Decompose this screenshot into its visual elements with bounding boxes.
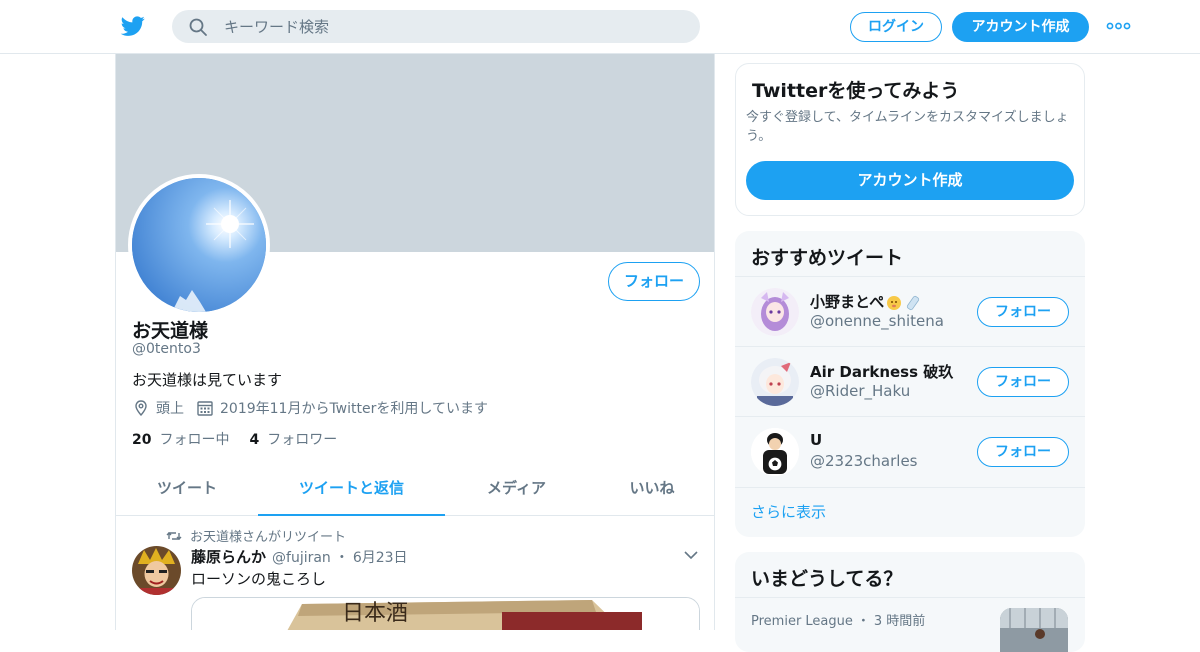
recommended-name[interactable]: Air Darkness 破玖 xyxy=(810,361,953,382)
recommended-name[interactable]: U xyxy=(810,431,822,449)
trend-separator: ・ xyxy=(856,614,870,629)
tweet-header: 藤原らんか @fujiran ・ 6月23日 xyxy=(191,546,408,567)
following-stat[interactable]: 20 フォロー中 xyxy=(132,429,229,449)
trend-item[interactable]: Premier League ・ 3 時間前 xyxy=(735,597,1085,652)
profile-avatar[interactable] xyxy=(128,174,270,316)
signup-button[interactable]: アカウント作成 xyxy=(952,12,1089,42)
recommended-account[interactable]: Air Darkness 破玖 @Rider_Haku フォロー xyxy=(735,346,1085,416)
recommended-account[interactable]: 小野まとぺ @onenne_shitena フォロー xyxy=(735,276,1085,346)
anime-avatar-image xyxy=(751,288,799,336)
recommended-accounts-card: おすすめツイート 小野まとぺ @onenne_shitena フォロー Air … xyxy=(735,231,1085,537)
followers-stat[interactable]: 4 フォロワー xyxy=(249,429,337,449)
trends-title: いまどうしてる？ xyxy=(751,568,903,590)
chevron-down-icon[interactable] xyxy=(684,550,698,560)
follow-button[interactable]: フォロー xyxy=(608,262,700,301)
tweet-author-avatar[interactable] xyxy=(132,546,181,595)
calendar-icon xyxy=(197,401,213,416)
profile-handle: @0tento3 xyxy=(132,341,201,357)
profile-bio: お天道様は見ています xyxy=(132,371,283,389)
soccer-avatar-image xyxy=(751,428,799,476)
retweet-note: お天道様さんがリツイート xyxy=(190,530,347,545)
signup-card-title: Twitterを使ってみよう xyxy=(752,80,960,102)
profile-tabs: ツイート ツイートと返信 メディア いいね xyxy=(116,466,714,516)
login-button[interactable]: ログイン xyxy=(850,12,942,42)
profile-column: フォロー お天道様 @0tento3 お天道様は見ています 頭上 2019年11… xyxy=(115,54,715,630)
emoji-icons xyxy=(887,295,920,310)
search-bar[interactable] xyxy=(172,10,700,43)
following-count: 20 xyxy=(132,432,152,448)
tweet-media[interactable]: 日本酒 xyxy=(191,597,700,630)
follow-button[interactable]: フォロー xyxy=(977,437,1069,467)
followers-count: 4 xyxy=(249,432,260,448)
search-icon xyxy=(189,18,207,36)
trends-card: いまどうしてる？ Premier League ・ 3 時間前 xyxy=(735,552,1085,652)
tab-likes[interactable]: いいね xyxy=(588,466,714,516)
anime-avatar-image xyxy=(751,358,799,406)
profile-name: お天道様 xyxy=(132,320,209,342)
recommended-handle[interactable]: @Rider_Haku xyxy=(810,382,910,400)
retweet-indicator: お天道様さんがリツイート xyxy=(166,526,346,545)
media-label: 日本酒 xyxy=(342,601,408,626)
more-dots-icon[interactable] xyxy=(1106,18,1132,34)
recommended-title: おすすめツイート xyxy=(751,247,904,269)
tweet-date[interactable]: 6月23日 xyxy=(353,547,408,567)
show-more-link[interactable]: さらに表示 xyxy=(735,487,1085,537)
tweet-separator: ・ xyxy=(334,550,349,566)
tweet-text: ローソンの鬼ころし xyxy=(191,570,327,588)
recommended-handle[interactable]: @onenne_shitena xyxy=(810,312,944,330)
twitter-bird-icon[interactable] xyxy=(120,14,146,38)
location-icon xyxy=(135,400,147,417)
profile-location: 頭上 xyxy=(156,401,184,417)
tweet-author-name[interactable]: 藤原らんか xyxy=(191,546,266,567)
tab-media[interactable]: メディア xyxy=(445,466,588,516)
trend-time: 3 時間前 xyxy=(873,614,926,629)
followers-label: フォロワー xyxy=(267,432,338,448)
retweet-icon xyxy=(166,531,182,540)
tab-tweets-and-replies[interactable]: ツイートと返信 xyxy=(258,466,445,516)
follow-button[interactable]: フォロー xyxy=(977,297,1069,327)
search-input[interactable] xyxy=(222,10,682,43)
top-navigation-bar: ログイン アカウント作成 xyxy=(0,0,1200,54)
signup-card: Twitterを使ってみよう 今すぐ登録して、タイムラインをカスタマイズしましょ… xyxy=(735,63,1085,216)
following-label: フォロー中 xyxy=(159,432,230,448)
trend-image xyxy=(1000,608,1068,652)
recommended-name[interactable]: 小野まとぺ xyxy=(810,291,924,312)
follow-button[interactable]: フォロー xyxy=(977,367,1069,397)
recommended-name-text: 小野まとぺ xyxy=(810,293,885,311)
tab-tweets[interactable]: ツイート xyxy=(116,466,258,516)
profile-joined-date: 2019年11月からTwitterを利用しています xyxy=(220,401,488,417)
trend-thumbnail[interactable] xyxy=(1000,608,1068,652)
trend-meta: Premier League ・ 3 時間前 xyxy=(751,610,925,629)
profile-stats: 20 フォロー中 4 フォロワー xyxy=(132,429,357,449)
signup-card-description: 今すぐ登録して、タイムラインをカスタマイズしましょう。 xyxy=(746,110,1069,144)
sun-avatar-image xyxy=(132,178,266,312)
author-avatar-image xyxy=(132,546,181,595)
profile-meta: 頭上 2019年11月からTwitterを利用しています xyxy=(132,398,500,418)
recommended-handle[interactable]: @2323charles xyxy=(810,452,918,470)
signup-card-button[interactable]: アカウント作成 xyxy=(746,161,1074,200)
recommended-avatar[interactable] xyxy=(751,358,799,406)
trend-source: Premier League xyxy=(751,614,853,629)
recommended-avatar[interactable] xyxy=(751,428,799,476)
recommended-avatar[interactable] xyxy=(751,288,799,336)
sake-pack-image: 日本酒 xyxy=(192,598,699,630)
recommended-account[interactable]: U @2323charles フォロー xyxy=(735,416,1085,486)
tweet-author-handle[interactable]: @fujiran xyxy=(272,550,331,566)
